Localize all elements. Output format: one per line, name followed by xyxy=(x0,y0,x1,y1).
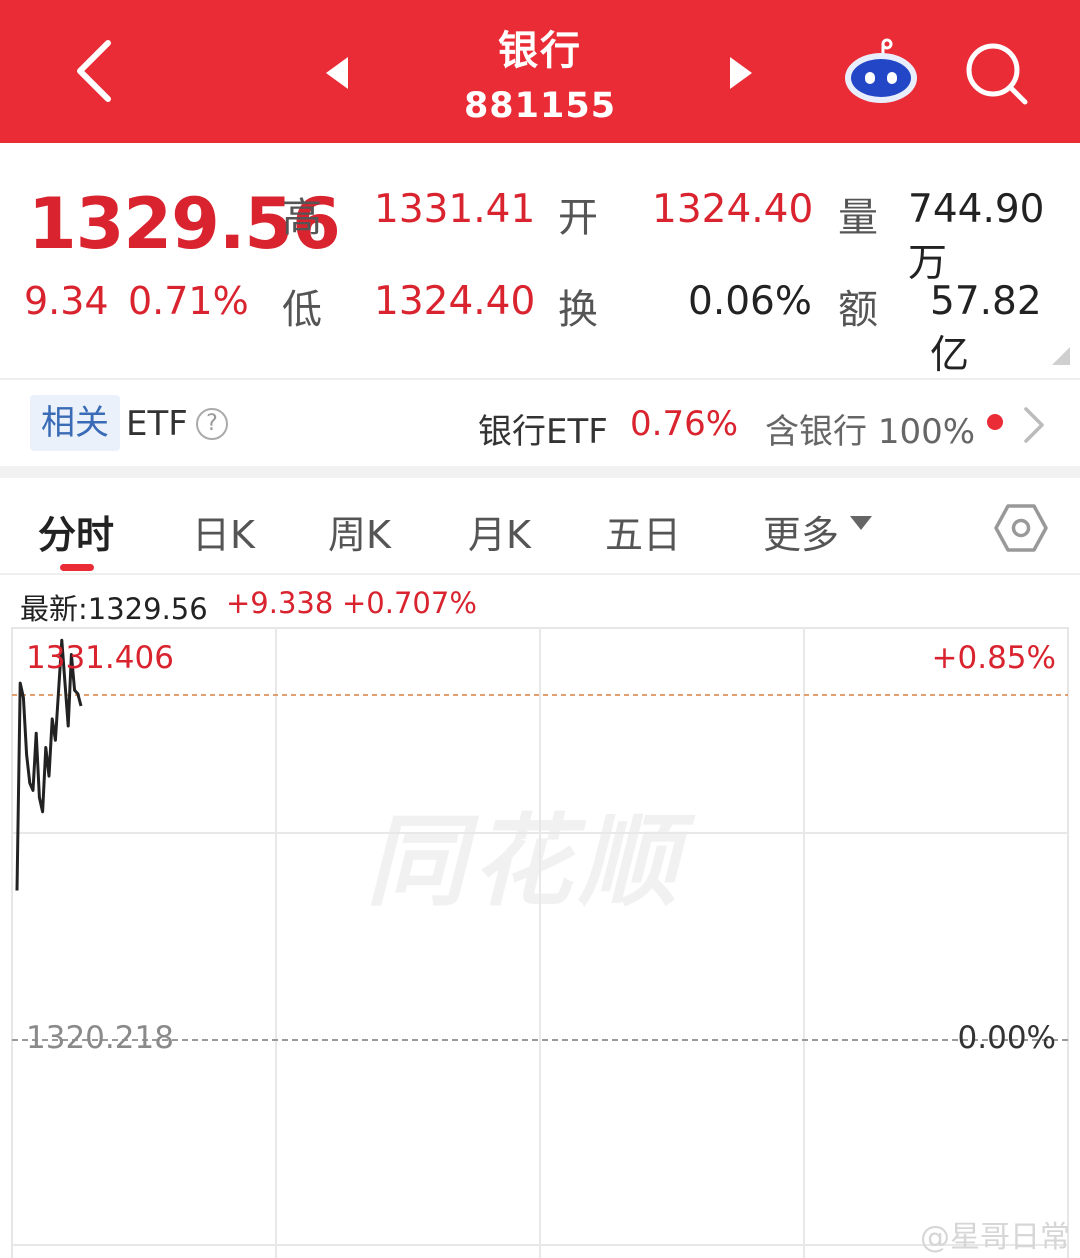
active-tab-indicator xyxy=(60,564,94,571)
stock-name: 银行 xyxy=(498,28,582,74)
settings-hexagon-icon[interactable] xyxy=(994,503,1048,553)
latest-price-label: 最新:1329.56 xyxy=(20,592,208,626)
axis-top-price: 1331.406 xyxy=(26,640,174,676)
latest-change: +9.338 xyxy=(226,586,334,620)
tab-monthly-k[interactable]: 月K xyxy=(468,504,531,559)
high-label: 高 xyxy=(282,195,322,241)
axis-top-percent: +0.85% xyxy=(931,640,1056,676)
open-label: 开 xyxy=(558,195,598,241)
chart-tabs: 分时 日K 周K 月K 五日 更多 xyxy=(0,478,1080,574)
latest-change-percent: +0.707% xyxy=(342,586,477,620)
contain-percent: 100% xyxy=(877,412,976,452)
intraday-chart[interactable] xyxy=(0,625,1080,1258)
etf-name: 银行ETF xyxy=(478,412,608,452)
turnover-value: 0.06% xyxy=(688,279,812,324)
axis-base-percent: 0.00% xyxy=(957,1020,1056,1056)
weibo-watermark: @星哥日常 xyxy=(920,1220,1070,1255)
divider xyxy=(0,573,1080,575)
tab-intraday[interactable]: 分时 xyxy=(38,504,114,559)
price-change: 9.34 xyxy=(24,279,109,323)
tab-five-day[interactable]: 五日 xyxy=(605,504,681,559)
tab-weekly-k[interactable]: 周K xyxy=(328,504,391,559)
high-value: 1331.41 xyxy=(374,187,536,232)
ai-assistant-button[interactable] xyxy=(836,36,926,108)
tab-more[interactable]: 更多 xyxy=(763,504,839,559)
low-value: 1324.40 xyxy=(374,279,536,324)
section-gap xyxy=(0,466,1080,478)
back-button[interactable] xyxy=(62,35,126,107)
robot-icon xyxy=(845,38,917,103)
chevron-left-icon xyxy=(77,40,111,102)
stock-code: 881155 xyxy=(463,86,617,126)
open-value: 1324.40 xyxy=(652,187,814,232)
next-stock-button[interactable] xyxy=(716,45,766,101)
etf-change-percent: 0.76% xyxy=(630,404,739,444)
quote-panel: 1329.56 9.34 0.71% 高 1331.41 低 1324.40 开… xyxy=(0,143,1080,379)
related-etf-row[interactable]: 相关 ETF ? 银行ETF 0.76% 含银行 100% xyxy=(0,380,1080,468)
volume-label: 量 xyxy=(838,195,878,241)
tab-daily-k[interactable]: 日K xyxy=(192,504,255,559)
price-series-line xyxy=(15,638,83,891)
chevron-right-icon[interactable] xyxy=(1020,405,1048,445)
volume-value: 744.90万 xyxy=(908,187,1045,286)
turnover-label: 换 xyxy=(558,287,598,333)
caret-down-icon[interactable] xyxy=(850,516,872,530)
triangle-right-icon xyxy=(730,57,752,89)
notification-dot xyxy=(987,414,1003,430)
top-bar: 银行 881155 xyxy=(0,0,1080,143)
previous-stock-button[interactable] xyxy=(312,45,362,101)
search-button[interactable] xyxy=(958,38,1036,110)
axis-base-price: 1320.218 xyxy=(26,1020,174,1056)
low-label: 低 xyxy=(282,287,322,333)
expand-corner-icon[interactable] xyxy=(1052,347,1070,365)
amount-label: 额 xyxy=(838,287,878,333)
help-icon[interactable]: ? xyxy=(196,408,228,440)
etf-contain-info: 含银行 100% xyxy=(765,404,975,453)
price-change-percent: 0.71% xyxy=(128,279,249,323)
etf-label: ETF xyxy=(126,404,188,444)
related-tag: 相关 xyxy=(30,395,120,451)
triangle-left-icon xyxy=(326,57,348,89)
contain-label: 含银行 xyxy=(765,412,867,452)
search-icon xyxy=(966,43,1028,105)
